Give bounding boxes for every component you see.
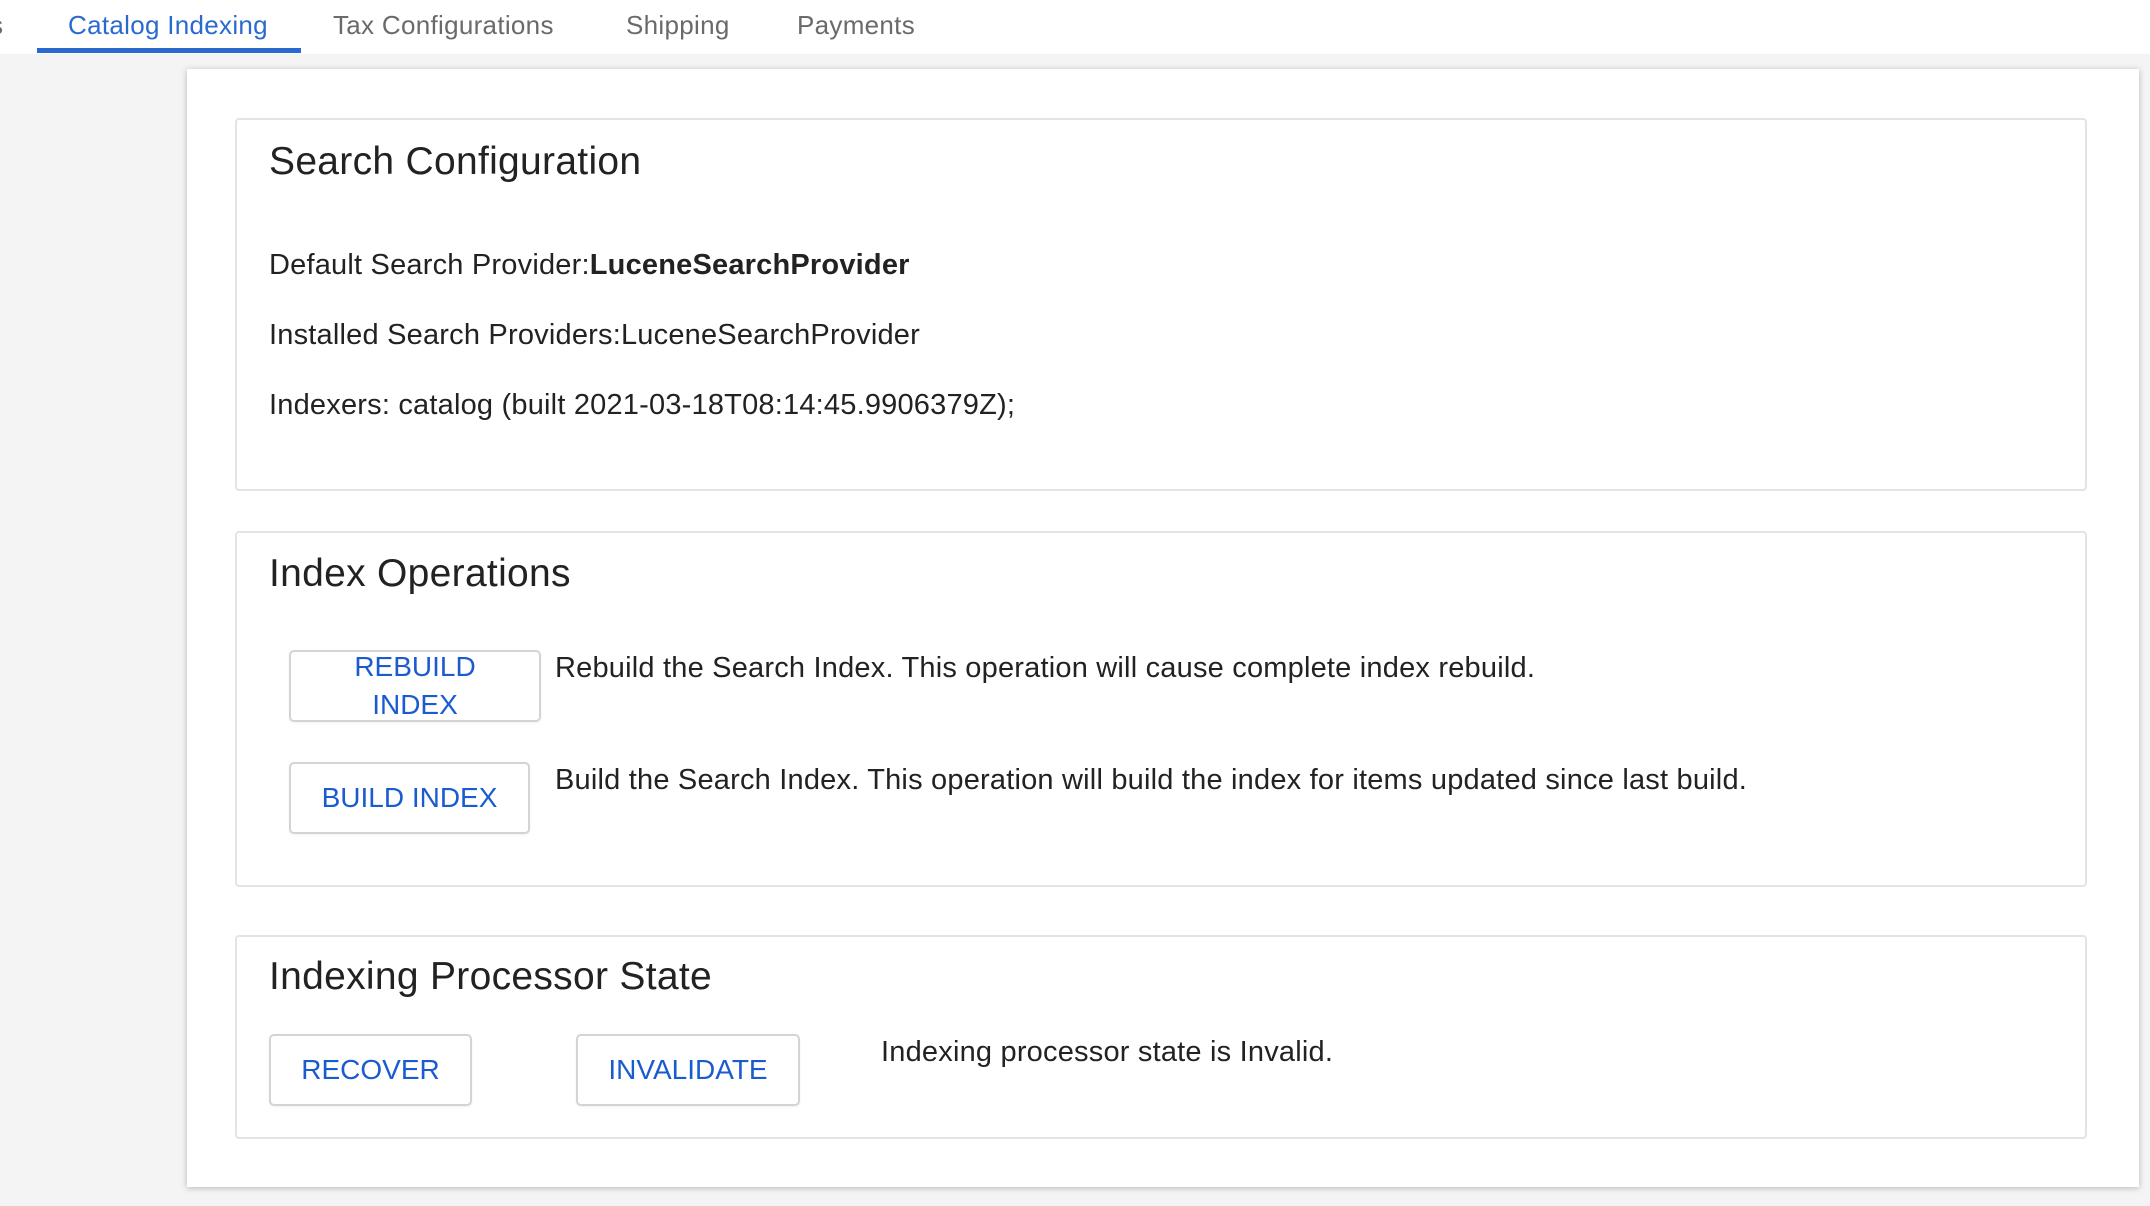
build-index-description: Build the Search Index. This operation w…	[555, 764, 1748, 796]
build-index-button[interactable]: BUILD INDEX	[289, 762, 530, 834]
search-configuration-title: Search Configuration	[269, 140, 642, 183]
processor-state-title: Indexing Processor State	[269, 955, 712, 998]
index-operations-title: Index Operations	[269, 552, 571, 595]
installed-providers-line: Installed Search Providers:LuceneSearchP…	[269, 319, 920, 352]
rebuild-index-description: Rebuild the Search Index. This operation…	[555, 652, 1536, 684]
processor-state-card: Indexing Processor State RECOVER INVALID…	[235, 935, 2087, 1139]
indexers-line: Indexers: catalog (built 2021-03-18T08:1…	[269, 389, 1016, 421]
installed-providers-label: Installed Search Providers:	[269, 319, 621, 351]
tab-partial[interactable]: s	[0, 0, 6, 52]
recover-button[interactable]: RECOVER	[269, 1034, 472, 1106]
default-provider-value: LuceneSearchProvider	[589, 249, 910, 281]
default-provider-label: Default Search Provider:	[269, 249, 590, 281]
processor-state-status: Indexing processor state is Invalid.	[881, 1036, 1334, 1068]
invalidate-button[interactable]: INVALIDATE	[576, 1034, 800, 1106]
active-tab-indicator	[37, 48, 301, 53]
search-configuration-card: Search Configuration Default Search Prov…	[235, 118, 2087, 491]
tab-shipping[interactable]: Shipping	[626, 0, 730, 52]
tab-payments[interactable]: Payments	[797, 0, 915, 52]
index-operations-card: Index Operations REBUILD INDEX Rebuild t…	[235, 531, 2087, 887]
tab-tax-configurations[interactable]: Tax Configurations	[333, 0, 554, 52]
rebuild-index-button[interactable]: REBUILD INDEX	[289, 650, 541, 722]
installed-providers-value: LuceneSearchProvider	[620, 319, 920, 351]
default-provider-line: Default Search Provider:LuceneSearchProv…	[269, 249, 910, 282]
tab-bar: s Catalog Indexing Tax Configurations Sh…	[0, 0, 2150, 54]
main-panel: Search Configuration Default Search Prov…	[187, 69, 2139, 1187]
tab-catalog-indexing[interactable]: Catalog Indexing	[68, 0, 268, 52]
